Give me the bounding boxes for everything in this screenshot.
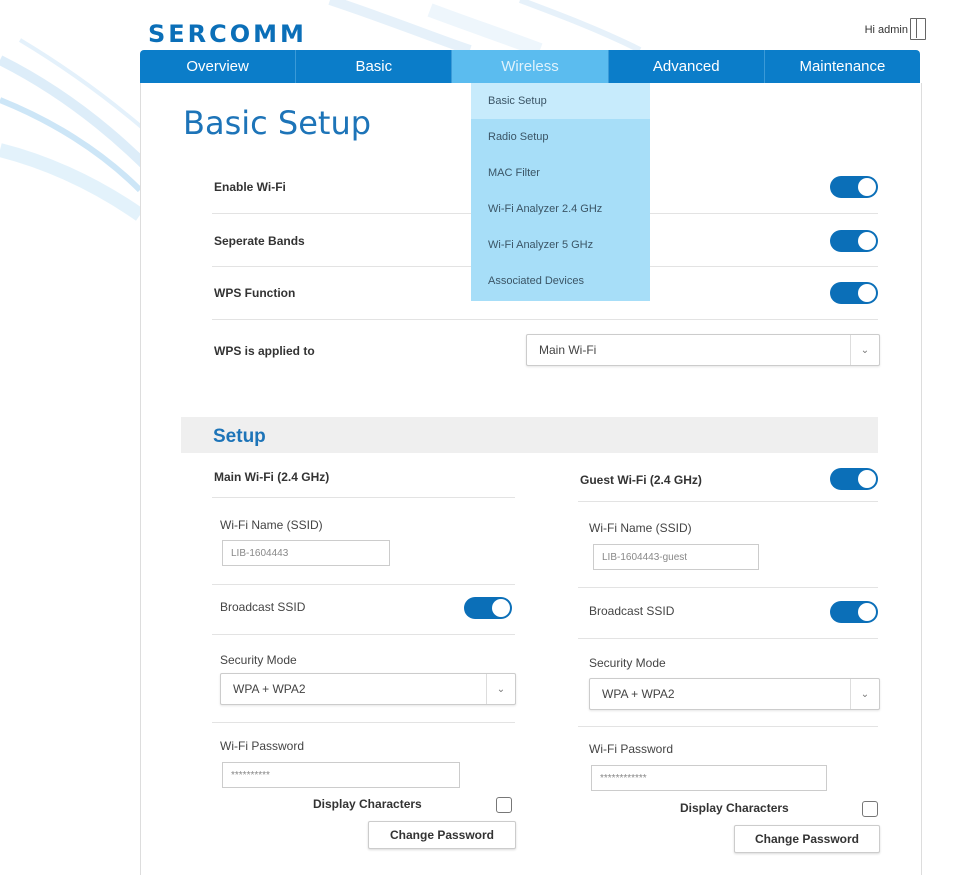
- tab-wireless[interactable]: Wireless: [452, 50, 609, 83]
- wps-function-label: WPS Function: [214, 286, 296, 300]
- main-display-chars-checkbox[interactable]: [496, 797, 512, 813]
- chevron-down-icon: ⌄: [850, 679, 879, 709]
- main-security-select[interactable]: WPA + WPA2 ⌄: [220, 673, 516, 705]
- setup-section-bar: [181, 417, 878, 453]
- guest-security-label: Security Mode: [589, 656, 666, 670]
- guest-password-input[interactable]: ************: [591, 765, 827, 791]
- main-password-input[interactable]: **********: [222, 762, 460, 788]
- main-security-value: WPA + WPA2: [233, 682, 306, 696]
- chevron-down-icon: ⌄: [850, 335, 879, 365]
- main-display-chars-label: Display Characters: [313, 797, 422, 811]
- guest-display-chars-checkbox[interactable]: [862, 801, 878, 817]
- main-change-password-button[interactable]: Change Password: [368, 821, 516, 849]
- menu-item-radio-setup[interactable]: Radio Setup: [471, 119, 650, 155]
- guest-broadcast-label: Broadcast SSID: [589, 604, 675, 618]
- main-wifi-header: Main Wi-Fi (2.4 GHz): [214, 470, 330, 484]
- tab-advanced[interactable]: Advanced: [609, 50, 765, 83]
- divider: [578, 638, 878, 639]
- setup-section-title: Setup: [213, 426, 266, 447]
- main-security-label: Security Mode: [220, 653, 297, 667]
- wps-applied-label: WPS is applied to: [214, 344, 315, 358]
- user-greeting: Hi admin: [864, 24, 908, 36]
- guest-broadcast-toggle[interactable]: [830, 601, 878, 623]
- divider: [578, 726, 878, 727]
- tab-basic[interactable]: Basic: [296, 50, 453, 83]
- guest-security-select[interactable]: WPA + WPA2 ⌄: [589, 678, 880, 710]
- brand-logo: SERCOMM: [148, 20, 307, 48]
- divider: [578, 587, 878, 588]
- separate-bands-label: Seperate Bands: [214, 234, 305, 248]
- main-ssid-input[interactable]: LIB-1604443: [222, 540, 390, 566]
- wps-applied-value: Main Wi-Fi: [539, 343, 597, 357]
- chevron-down-icon: ⌄: [486, 674, 515, 704]
- guest-display-chars-label: Display Characters: [680, 801, 789, 815]
- wireless-dropdown-menu: Basic Setup Radio Setup MAC Filter Wi-Fi…: [471, 83, 650, 301]
- divider: [212, 497, 515, 498]
- tab-maintenance[interactable]: Maintenance: [765, 50, 920, 83]
- guest-security-value: WPA + WPA2: [602, 687, 675, 701]
- tab-overview[interactable]: Overview: [140, 50, 297, 83]
- separate-bands-toggle[interactable]: [830, 230, 878, 252]
- divider: [578, 501, 878, 502]
- guest-ssid-label: Wi-Fi Name (SSID): [589, 521, 692, 535]
- guest-wifi-header: Guest Wi-Fi (2.4 GHz): [580, 473, 702, 487]
- divider: [212, 634, 515, 635]
- logout-icon[interactable]: [910, 18, 926, 40]
- menu-item-wifi-analyzer-5[interactable]: Wi-Fi Analyzer 5 GHz: [471, 227, 650, 263]
- guest-change-password-button[interactable]: Change Password: [734, 825, 880, 853]
- guest-password-label: Wi-Fi Password: [589, 742, 674, 756]
- guest-ssid-input[interactable]: LIB-1604443-guest: [593, 544, 759, 570]
- enable-wifi-toggle[interactable]: [830, 176, 878, 198]
- wps-function-toggle[interactable]: [830, 282, 878, 304]
- menu-item-basic-setup[interactable]: Basic Setup: [471, 83, 650, 119]
- page-title: Basic Setup: [183, 104, 372, 142]
- guest-wifi-toggle[interactable]: [830, 468, 878, 490]
- main-nav: Overview Basic Wireless Advanced Mainten…: [140, 50, 920, 83]
- main-broadcast-toggle[interactable]: [464, 597, 512, 619]
- divider: [212, 722, 515, 723]
- wps-applied-select[interactable]: Main Wi-Fi ⌄: [526, 334, 880, 366]
- enable-wifi-label: Enable Wi-Fi: [214, 180, 286, 194]
- main-broadcast-label: Broadcast SSID: [220, 600, 306, 614]
- divider: [212, 584, 515, 585]
- menu-item-associated-devices[interactable]: Associated Devices: [471, 263, 650, 299]
- divider: [212, 319, 878, 320]
- menu-item-mac-filter[interactable]: MAC Filter: [471, 155, 650, 191]
- main-password-label: Wi-Fi Password: [220, 739, 305, 753]
- main-ssid-label: Wi-Fi Name (SSID): [220, 518, 323, 532]
- menu-item-wifi-analyzer-24[interactable]: Wi-Fi Analyzer 2.4 GHz: [471, 191, 650, 227]
